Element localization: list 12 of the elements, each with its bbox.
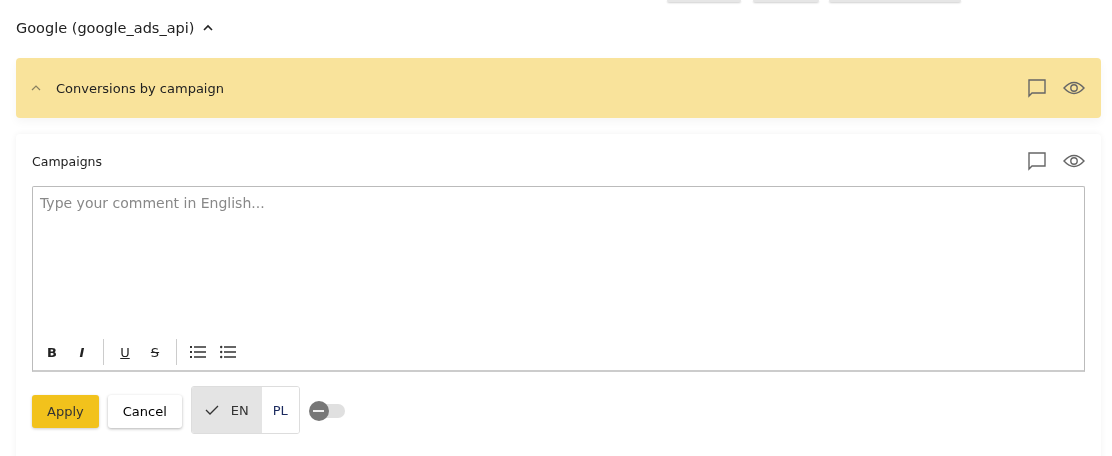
strikethrough-button[interactable]: S — [142, 344, 168, 360]
card-title: Campaigns — [32, 153, 102, 169]
italic-button[interactable]: I — [69, 344, 95, 360]
underline-button[interactable]: U — [112, 344, 138, 360]
cancel-button[interactable]: Cancel — [107, 394, 182, 428]
source-title: Google (google_ads_api) — [16, 20, 195, 36]
apply-button[interactable]: Apply — [32, 394, 99, 428]
bold-button[interactable]: B — [39, 344, 65, 360]
language-tab[interactable]: EN — [191, 387, 262, 433]
comment-field[interactable]: Type your comment in English... — [32, 186, 1085, 334]
section-title: Conversions by campaign — [56, 80, 224, 96]
section-header[interactable]: Conversions by campaign — [16, 58, 1101, 118]
